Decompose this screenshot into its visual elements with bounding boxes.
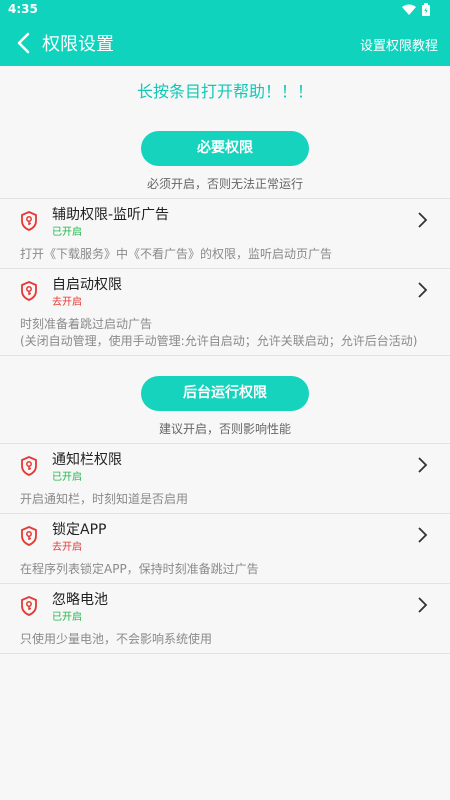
permission-item-notification[interactable]: 通知栏权限 已开启 开启通知栏，时刻知道是否启用 [0,444,450,513]
shield-key-icon [21,526,37,546]
chevron-right-icon [418,597,428,613]
shield-key-icon [21,211,37,231]
permission-item-ignore-battery[interactable]: 忽略电池 已开启 只使用少量电池，不会影响系统使用 [0,584,450,653]
back-chevron-icon[interactable] [14,31,34,55]
permission-description: 只使用少量电池，不会影响系统使用 [20,632,213,646]
permission-item-title: 锁定APP [52,522,107,538]
required-permissions-note: 必须开启，否则无法正常运行 [146,177,303,191]
chevron-right-icon [418,457,428,473]
permission-item-lock-app[interactable]: 锁定APP 去开启 在程序列表锁定APP，保持时刻准备跳过广告 [0,514,450,583]
chevron-right-icon [418,282,428,298]
permission-status: 去开启 [52,542,82,553]
battery-icon [422,3,430,16]
chevron-right-icon [418,212,428,228]
background-permissions-note: 建议开启，否则影响性能 [158,422,291,436]
permission-description: 打开《下载服务》中《不看广告》的权限，监听启动页广告 [20,247,333,261]
required-permissions-button[interactable]: 必要权限 [141,131,309,166]
status-bar: 4:35 [0,0,450,20]
permission-description: 开启通知栏，时刻知道是否启用 [20,492,189,506]
permission-item-title: 忽略电池 [52,592,108,608]
app-bar: 权限设置 设置权限教程 [0,20,450,66]
divider [0,355,450,356]
permission-status: 已开启 [52,612,82,623]
status-time: 4:35 [8,2,38,16]
permission-description: 时刻准备着跳过启动广告 [20,317,153,331]
permission-item-title: 辅助权限-监听广告 [52,207,170,223]
permission-status: 去开启 [52,297,82,308]
divider [0,653,450,654]
background-permissions-button[interactable]: 后台运行权限 [141,376,309,411]
shield-key-icon [21,456,37,476]
long-press-hint: 长按条目打开帮助！！！ [136,82,313,101]
permission-status: 已开启 [52,472,82,483]
permission-description-detail: (关闭自动管理，使用手动管理:允许自启动；允许关联启动；允许后台活动) [20,334,418,348]
permission-status: 已开启 [52,227,82,238]
shield-key-icon [21,281,37,301]
permission-item-accessibility[interactable]: 辅助权限-监听广告 已开启 打开《下载服务》中《不看广告》的权限，监听启动页广告 [0,199,450,268]
page-title: 权限设置 [42,34,114,55]
permission-description: 在程序列表锁定APP，保持时刻准备跳过广告 [20,562,259,576]
tutorial-link[interactable]: 设置权限教程 [360,35,438,54]
permission-item-title: 自启动权限 [52,277,122,293]
permission-item-title: 通知栏权限 [52,452,122,468]
shield-key-icon [21,596,37,616]
permission-item-autostart[interactable]: 自启动权限 去开启 时刻准备着跳过启动广告 (关闭自动管理，使用手动管理:允许自… [0,269,450,355]
wifi-icon [402,4,416,15]
chevron-right-icon [418,527,428,543]
